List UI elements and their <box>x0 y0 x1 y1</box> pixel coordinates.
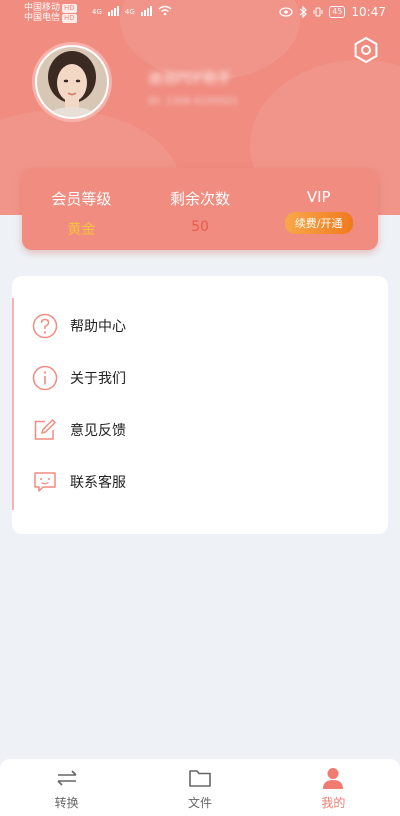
network-type-2: 4G <box>124 8 135 16</box>
carrier-info: 中国移动 HD 中国电信 HD <box>24 3 77 23</box>
nav-tab-mine[interactable]: 我的 <box>267 759 400 816</box>
feedback-icon <box>34 418 57 440</box>
nav-label: 我的 <box>321 796 346 810</box>
avatar[interactable] <box>32 42 112 122</box>
folder-icon <box>189 770 211 787</box>
signal-bars-icon <box>107 4 119 16</box>
menu-item-customer-service[interactable]: 联系客服 <box>12 456 388 508</box>
nav-label: 转换 <box>54 796 79 810</box>
hd-badge: HD <box>62 4 77 13</box>
nav-tab-convert[interactable]: 转换 <box>0 759 133 816</box>
nav-label: 文件 <box>187 796 212 810</box>
level-value: 黄金 <box>67 222 96 238</box>
remaining-count: 剩余次数 50 <box>141 168 260 250</box>
bottom-nav: 转换 文件 我的 <box>0 759 400 816</box>
signal-bars-icon <box>140 4 152 16</box>
menu-item-help[interactable]: 帮助中心 <box>12 300 388 352</box>
menu-item-about[interactable]: 关于我们 <box>12 352 388 404</box>
network-type-1: 4G <box>92 8 102 16</box>
status-bar: 中国移动 HD 中国电信 HD 4G 4G 45 10:47 <box>0 0 400 26</box>
convert-icon <box>57 770 77 786</box>
remaining-label: 剩余次数 <box>170 190 231 208</box>
menu-label: 联系客服 <box>70 475 126 491</box>
status-right: 45 10:47 <box>279 5 386 19</box>
hd-badge: HD <box>62 14 77 23</box>
service-chat-icon <box>34 472 56 492</box>
wifi-icon <box>158 5 172 16</box>
menu-label: 关于我们 <box>70 371 126 387</box>
menu-item-feedback[interactable]: 意见反馈 <box>12 404 388 456</box>
user-icon <box>323 768 344 789</box>
vibrate-icon <box>313 7 323 17</box>
menu-card: 帮助中心 关于我们 意见反馈 联系客服 <box>12 276 388 534</box>
menu-label: 帮助中心 <box>70 319 126 335</box>
bluetooth-icon <box>299 6 308 18</box>
info-icon <box>32 365 58 391</box>
signal-indicators: 4G 4G <box>92 4 172 16</box>
nav-tab-files[interactable]: 文件 <box>133 759 266 816</box>
remaining-value: 50 <box>191 219 209 235</box>
clock: 10:47 <box>351 5 386 19</box>
carrier-1: 中国移动 <box>24 3 61 13</box>
vip-section: VIP 续费/开通 <box>259 168 378 250</box>
battery-indicator: 45 <box>329 6 346 18</box>
menu-accent-line <box>12 298 14 510</box>
settings-icon[interactable] <box>352 36 380 64</box>
avatar-image <box>37 47 107 117</box>
menu-label: 意见反馈 <box>70 423 126 439</box>
membership-card: 会员等级 黄金 剩余次数 50 VIP 续费/开通 <box>22 168 378 250</box>
membership-level: 会员等级 黄金 <box>22 168 141 250</box>
level-label: 会员等级 <box>51 190 112 208</box>
carrier-2: 中国电信 <box>24 13 61 23</box>
vip-label: VIP <box>306 188 331 206</box>
user-id: ID: 1326 0155521 <box>148 96 239 107</box>
help-icon <box>32 313 58 339</box>
vip-renew-button[interactable]: 续费/开通 <box>284 212 353 234</box>
eye-icon <box>279 7 293 17</box>
user-name[interactable]: 迪泡PDF助手 <box>148 68 258 87</box>
